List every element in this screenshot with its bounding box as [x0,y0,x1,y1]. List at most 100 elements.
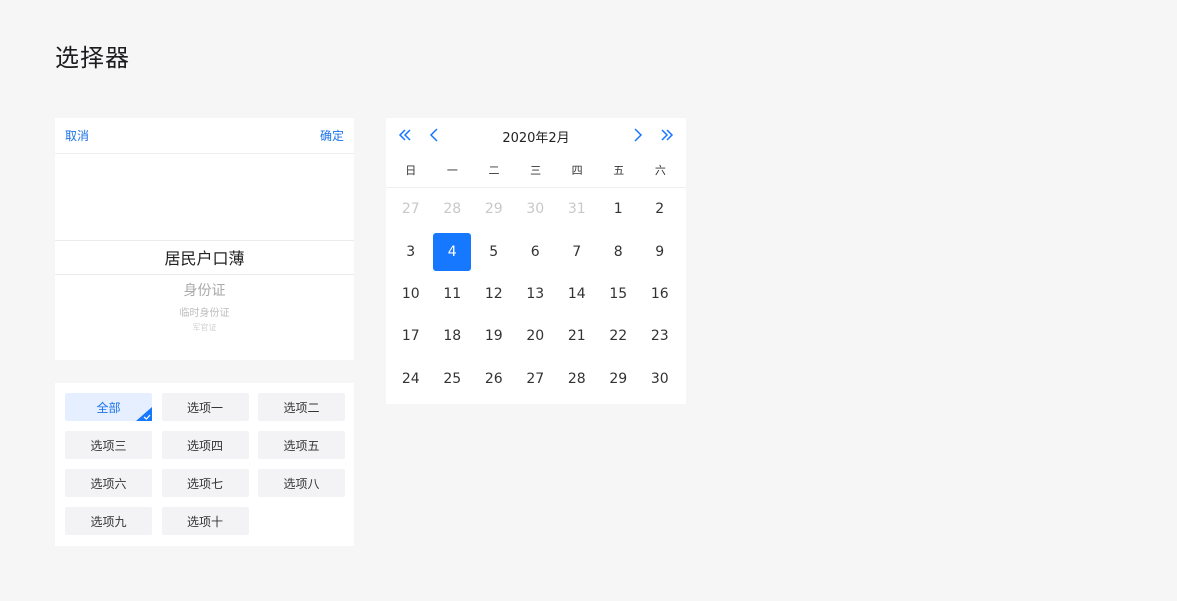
weekday-label: 四 [571,163,583,177]
picker-option[interactable]: 临时身份证 [55,304,354,319]
calendar-day[interactable]: 13 [515,273,557,315]
calendar-day[interactable]: 15 [598,273,640,315]
tag-option[interactable]: 选项八 [258,469,345,497]
calendar-day[interactable]: 8 [598,230,640,272]
tag-option[interactable]: 选项六 [65,469,152,497]
calendar-day[interactable]: 27 [515,358,557,400]
day-number: 25 [443,370,462,387]
day-number: 19 [484,328,503,345]
calendar-day[interactable]: 10 [390,273,432,315]
calendar-day[interactable]: 26 [473,358,515,400]
calendar-day[interactable]: 11 [432,273,474,315]
tag-option[interactable]: 选项十 [161,507,249,535]
calendar-day[interactable]: 5 [473,230,515,272]
calendar-day[interactable]: 7 [556,230,598,272]
day-number: 11 [443,285,462,302]
picker-option[interactable]: 身份证 [55,280,354,300]
tag-option[interactable]: 选项一 [161,393,249,421]
tag-label: 选项八 [283,476,320,491]
tag-option[interactable]: 全部 [65,393,152,421]
tag-option[interactable]: 选项四 [161,431,249,459]
day-number: 27 [401,201,420,218]
next-year-icon[interactable] [658,126,676,144]
weekday-label: 一 [446,163,458,177]
tag-label: 选项二 [283,400,320,415]
day-number: 29 [609,370,628,387]
day-number: 28 [567,370,586,387]
day-number: 23 [650,328,669,345]
tag-selector: 全部 选项一 选项二选项三 选项四 选项五选项六 选项七 选项八选项九 选项十 [55,383,354,546]
day-number: 24 [401,370,420,387]
day-number: 13 [526,285,545,302]
calendar-grid: 27 28 29 30 31 1 2 3 4 5 6 7 8 9 10 11 12 13 14 15 16 17 18 19 2… [386,188,686,400]
confirm-button[interactable]: 确定 [320,127,344,144]
day-number: 10 [401,285,420,302]
calendar-day[interactable]: 27 [390,188,432,230]
cancel-button[interactable]: 取消 [65,127,89,144]
calendar: 2020年2月 日一二三四五六 27 28 29 30 31 1 2 3 4 5 6 7 8 9 10 11 1… [386,118,686,404]
weekday-row: 日一二三四五六 [386,152,686,188]
tag-label: 选项四 [186,438,223,453]
calendar-day[interactable]: 2 [639,188,681,230]
calendar-day-selected[interactable]: 4 [432,230,474,272]
day-number: 15 [609,285,628,302]
calendar-day[interactable]: 30 [639,358,681,400]
day-number: 28 [443,201,462,218]
calendar-day[interactable]: 1 [598,188,640,230]
day-number: 3 [406,243,416,260]
day-number: 29 [484,201,503,218]
calendar-day[interactable]: 19 [473,315,515,357]
picker-option[interactable]: 军官证 [55,322,354,333]
calendar-day[interactable]: 21 [556,315,598,357]
calendar-day[interactable]: 25 [432,358,474,400]
weekday-label: 二 [488,163,500,177]
calendar-day[interactable]: 28 [432,188,474,230]
picker-toolbar: 取消 确定 [55,118,354,154]
calendar-day[interactable]: 9 [639,230,681,272]
weekday-label: 六 [654,163,666,177]
tag-option[interactable]: 选项三 [65,431,152,459]
day-number: 31 [567,201,586,218]
calendar-day[interactable]: 31 [556,188,598,230]
day-number: 7 [572,243,582,260]
calendar-day[interactable]: 24 [390,358,432,400]
calendar-day[interactable]: 3 [390,230,432,272]
calendar-day[interactable]: 28 [556,358,598,400]
check-corner-icon [136,407,152,421]
picker-wheel[interactable]: 居民户口薄 身份证 临时身份证 军官证 [55,154,354,360]
day-number: 30 [650,370,669,387]
day-number: 8 [613,243,623,260]
calendar-day[interactable]: 16 [639,273,681,315]
day-number: 27 [526,370,545,387]
calendar-day[interactable]: 29 [598,358,640,400]
day-number: 16 [650,285,669,302]
day-number: 1 [613,201,623,218]
calendar-day[interactable]: 30 [515,188,557,230]
calendar-day[interactable]: 14 [556,273,598,315]
tag-option[interactable]: 选项二 [258,393,345,421]
calendar-day[interactable]: 22 [598,315,640,357]
day-number: 9 [655,243,665,260]
calendar-day[interactable]: 18 [432,315,474,357]
day-number: 21 [567,328,586,345]
tag-option[interactable]: 选项七 [161,469,249,497]
picker-option-selected[interactable]: 居民户口薄 [55,245,354,269]
calendar-day[interactable]: 23 [639,315,681,357]
tag-label: 选项九 [90,514,127,529]
calendar-day[interactable]: 20 [515,315,557,357]
next-month-icon[interactable] [628,126,646,144]
tag-label: 选项五 [283,438,320,453]
day-number: 22 [609,328,628,345]
tag-label: 全部 [96,400,121,415]
tag-label: 选项十 [186,514,223,529]
tag-option[interactable]: 选项五 [258,431,345,459]
day-number: 4 [433,232,472,271]
calendar-day[interactable]: 17 [390,315,432,357]
calendar-day[interactable]: 12 [473,273,515,315]
day-number: 2 [655,201,665,218]
tag-option[interactable]: 选项九 [65,507,152,535]
calendar-day[interactable]: 29 [473,188,515,230]
calendar-day[interactable]: 6 [515,230,557,272]
weekday-label: 五 [613,163,625,177]
tag-label: 选项三 [90,438,127,453]
